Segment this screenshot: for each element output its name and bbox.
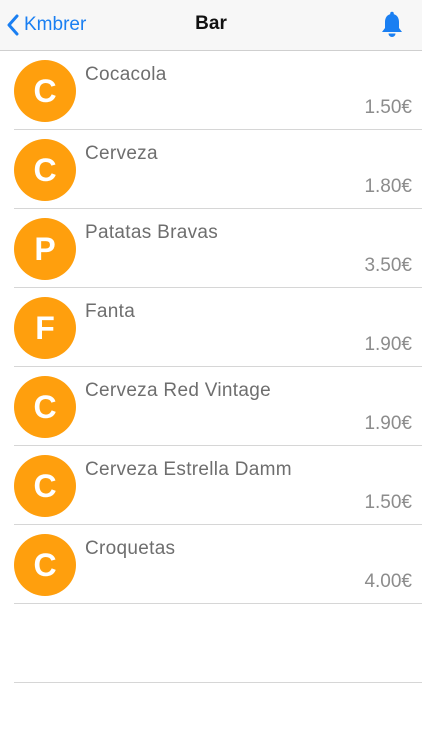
avatar: F bbox=[14, 297, 76, 359]
avatar: C bbox=[14, 455, 76, 517]
avatar: C bbox=[14, 139, 76, 201]
item-price: 1.90€ bbox=[364, 334, 412, 355]
navigation-bar: Kmbrer Bar bbox=[0, 0, 422, 51]
avatar: C bbox=[14, 376, 76, 438]
item-name: Cerveza bbox=[85, 143, 158, 164]
list-item[interactable]: C Cocacola 1.50€ bbox=[0, 51, 422, 130]
list-item[interactable]: C Cerveza Estrella Damm 1.50€ bbox=[0, 446, 422, 525]
item-name: Cerveza Red Vintage bbox=[85, 380, 271, 401]
bell-icon[interactable] bbox=[378, 11, 406, 39]
item-name: Patatas Bravas bbox=[85, 222, 219, 243]
item-price: 4.00€ bbox=[364, 571, 412, 592]
item-price: 1.90€ bbox=[364, 413, 412, 434]
item-price: 1.50€ bbox=[364, 492, 412, 513]
item-price: 3.50€ bbox=[364, 255, 412, 276]
list-item[interactable]: C Croquetas 4.00€ bbox=[0, 525, 422, 604]
list-item[interactable]: P Patatas Bravas 3.50€ bbox=[0, 209, 422, 288]
list-item[interactable]: F Fanta 1.90€ bbox=[0, 288, 422, 367]
page-title: Bar bbox=[195, 13, 227, 34]
avatar: C bbox=[14, 60, 76, 122]
item-name: Cocacola bbox=[85, 64, 167, 85]
item-name: Cerveza Estrella Damm bbox=[85, 459, 292, 480]
item-name: Fanta bbox=[85, 301, 136, 322]
item-price: 1.80€ bbox=[364, 176, 412, 197]
screen: Kmbrer Bar C Cocacola 1.50€ C Cerveza 1.… bbox=[0, 0, 422, 750]
avatar: P bbox=[14, 218, 76, 280]
empty-row bbox=[0, 604, 422, 683]
avatar: C bbox=[14, 534, 76, 596]
list-item[interactable]: C Cerveza 1.80€ bbox=[0, 130, 422, 209]
list-item[interactable]: C Cerveza Red Vintage 1.90€ bbox=[0, 367, 422, 446]
item-price: 1.50€ bbox=[364, 97, 412, 118]
product-list: C Cocacola 1.50€ C Cerveza 1.80€ P Patat… bbox=[0, 51, 422, 683]
item-name: Croquetas bbox=[85, 538, 176, 559]
